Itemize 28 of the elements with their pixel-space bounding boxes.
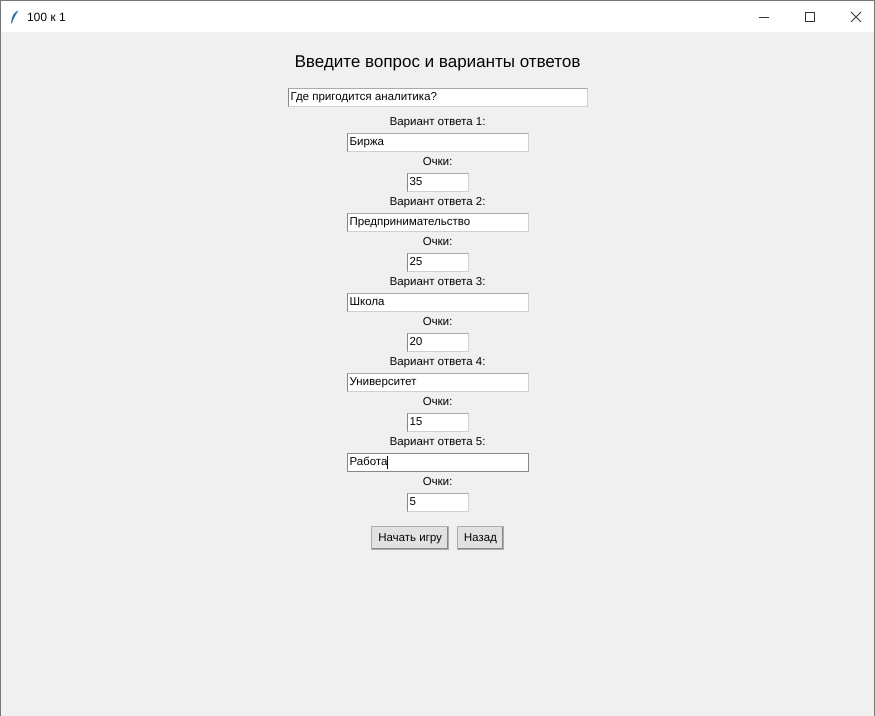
close-icon[interactable] xyxy=(850,10,862,22)
points-label: Очки: xyxy=(422,155,452,170)
back-button[interactable]: Назад xyxy=(456,526,504,550)
points-label: Очки: xyxy=(422,475,452,490)
answer-field[interactable]: Биржа xyxy=(346,133,528,152)
answer-label: Вариант ответа 5: xyxy=(390,435,486,450)
maximize-icon[interactable] xyxy=(804,10,816,22)
points-field[interactable]: 35 xyxy=(406,173,468,192)
feather-icon xyxy=(10,10,19,24)
question-field[interactable]: Где пригодится аналитика? xyxy=(288,88,588,107)
points-field[interactable]: 25 xyxy=(406,253,468,272)
points-label: Очки: xyxy=(422,395,452,410)
answer-field[interactable]: Предпринимательство xyxy=(346,213,528,232)
form-heading: Введите вопрос и варианты ответов xyxy=(294,52,580,72)
answer-label: Вариант ответа 1: xyxy=(390,115,486,130)
points-label: Очки: xyxy=(422,315,452,330)
points-field[interactable]: 20 xyxy=(406,333,468,352)
start-game-button[interactable]: Начать игру xyxy=(371,526,449,550)
answer-label: Вариант ответа 4: xyxy=(390,355,486,370)
points-field[interactable]: 5 xyxy=(406,493,468,512)
points-field[interactable]: 15 xyxy=(406,413,468,432)
answer-field[interactable]: Работа xyxy=(346,453,528,472)
points-label: Очки: xyxy=(422,235,452,250)
window-title: 100 к 1 xyxy=(27,10,66,24)
answer-label: Вариант ответа 3: xyxy=(390,275,486,290)
answer-field[interactable]: Школа xyxy=(346,293,528,312)
answer-field[interactable]: Университет xyxy=(346,373,528,392)
answer-label: Вариант ответа 2: xyxy=(390,195,486,210)
